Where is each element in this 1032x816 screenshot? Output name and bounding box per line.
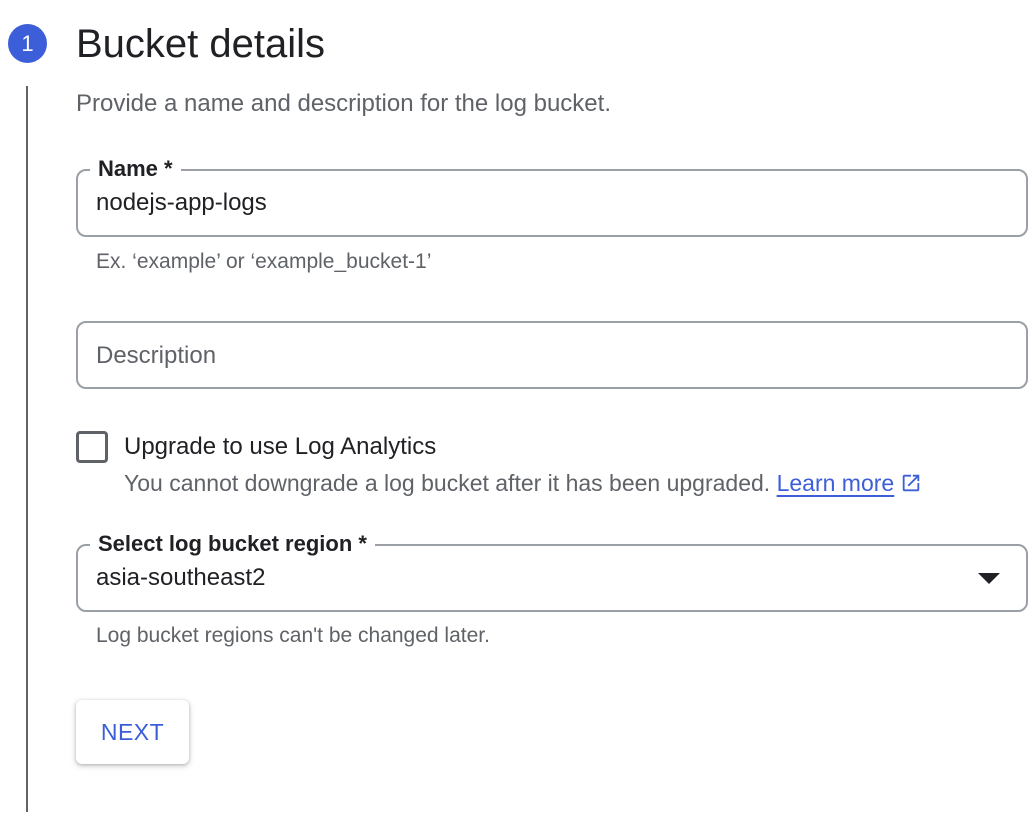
learn-more-link[interactable]: Learn more (777, 470, 895, 496)
next-button[interactable]: NEXT (76, 700, 189, 764)
step-number-badge: 1 (8, 24, 47, 63)
external-link-icon[interactable] (900, 472, 922, 494)
description-field[interactable]: Description (76, 321, 1028, 389)
region-select-label: Select log bucket region * (90, 529, 375, 559)
bucket-details-step: 1 Bucket details Provide a name and desc… (0, 0, 1032, 816)
log-analytics-help-text: You cannot downgrade a log bucket after … (124, 467, 922, 499)
region-select-hint: Log bucket regions can't be changed late… (96, 624, 490, 647)
log-analytics-checkbox[interactable] (76, 431, 108, 463)
step-title: Bucket details (76, 22, 326, 66)
description-field-placeholder: Description (96, 342, 217, 369)
name-field[interactable]: Name * nodejs-app-logs (76, 154, 1028, 237)
step-description: Provide a name and description for the l… (76, 90, 611, 117)
log-analytics-help-message: You cannot downgrade a log bucket after … (124, 470, 771, 496)
region-select[interactable]: Select log bucket region * asia-southeas… (76, 529, 1028, 612)
name-field-value[interactable]: nodejs-app-logs (96, 187, 267, 219)
region-select-value[interactable]: asia-southeast2 (96, 562, 265, 594)
log-analytics-checkbox-label[interactable]: Upgrade to use Log Analytics (124, 431, 436, 463)
name-field-label: Name * (90, 154, 181, 184)
dropdown-arrow-icon[interactable] (978, 573, 1000, 584)
stepper-line (26, 86, 28, 812)
name-field-hint: Ex. ‘example’ or ‘example_bucket-1’ (96, 250, 432, 273)
